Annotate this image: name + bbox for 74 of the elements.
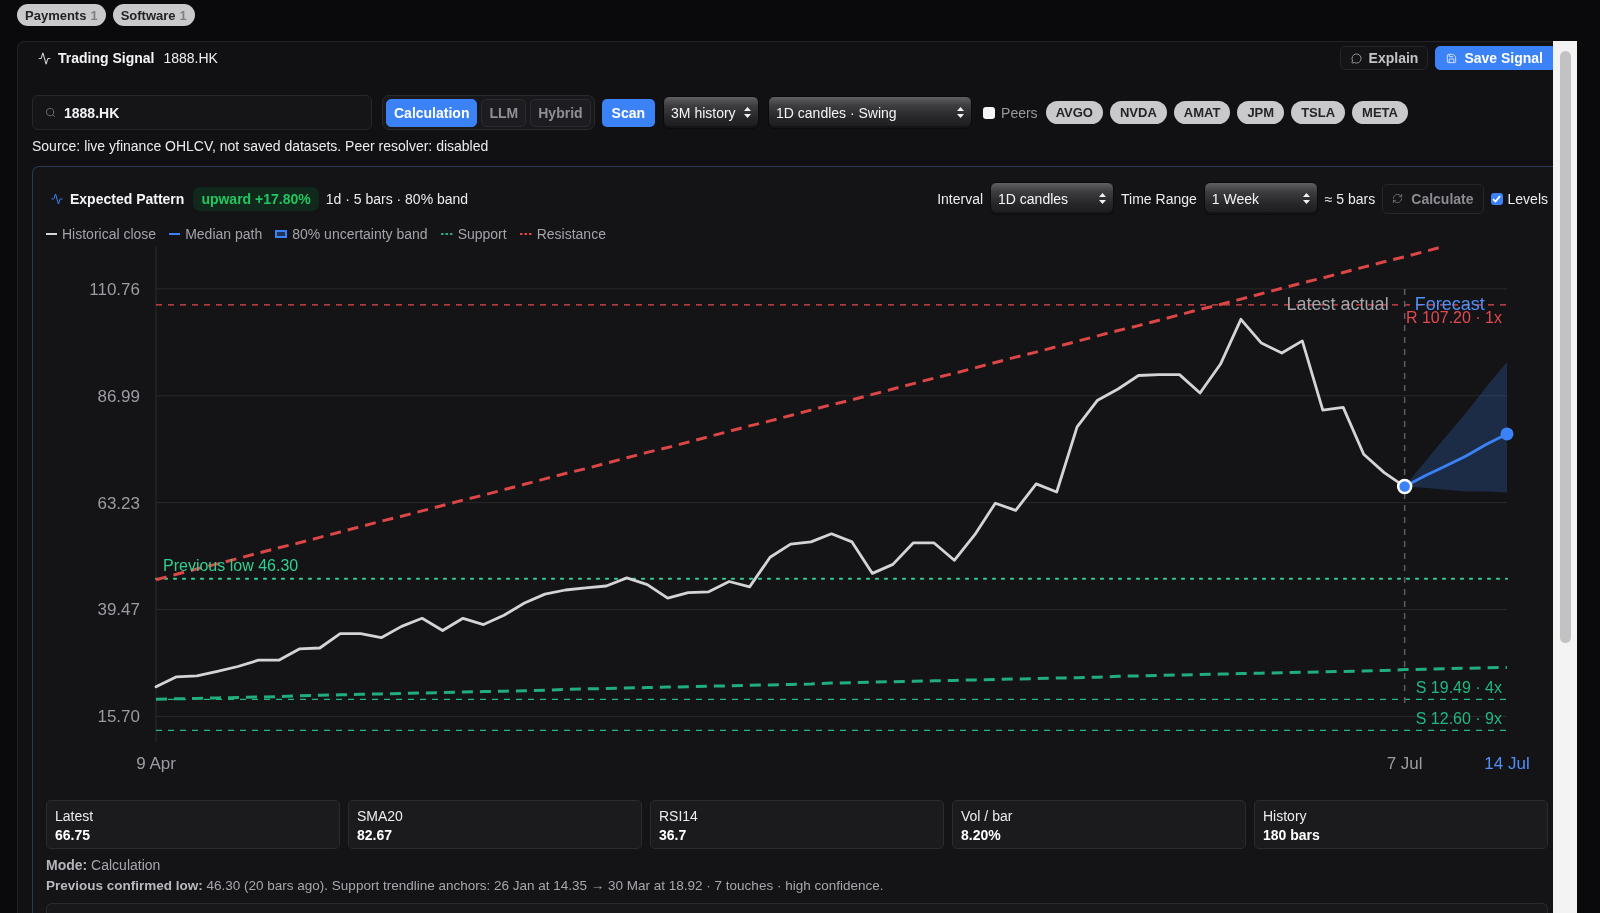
- peers-label: Peers: [1001, 104, 1038, 121]
- low-note-text: Previous confirmed low: 46.30 (20 bars ago). Support trendline anchors: 26 Jan at 14.35 → 30 Mar at 18.92 · 7 touches · high confidence.: [46, 877, 885, 895]
- pattern-title: Expected Pattern: [70, 190, 185, 207]
- interval-select[interactable]: 1D candles: [990, 182, 1115, 215]
- scan-button[interactable]: Scan: [601, 98, 656, 127]
- mode-tab[interactable]: Calculation: [386, 98, 478, 127]
- interval-label: Interval: [937, 190, 984, 207]
- y-tick-label: 15.70: [97, 707, 140, 727]
- stat-value: 36.7: [659, 827, 688, 843]
- stat-label: Vol / bar: [961, 808, 1014, 824]
- legend-label: 80% uncertainty band: [292, 226, 428, 242]
- peers-checkbox[interactable]: [983, 106, 996, 119]
- stat-label: History: [1263, 808, 1308, 824]
- x-tick-label: 7 Jul: [1386, 754, 1423, 773]
- source-note: Source: live yfinance OHLCV, not saved datasets. Peer resolver: disabled: [32, 137, 490, 155]
- candles-select[interactable]: 1D candles · Swing: [768, 96, 973, 129]
- levels-checkbox[interactable]: [1490, 192, 1503, 205]
- stat-label: RSI14: [659, 808, 699, 824]
- search-icon: [45, 107, 56, 118]
- legend-label: Support: [457, 226, 507, 242]
- stat-value: 8.20%: [961, 827, 1002, 843]
- filter-chip[interactable]: Payments 1: [17, 4, 106, 26]
- filter-chip[interactable]: Software 1: [112, 4, 195, 26]
- explain-button[interactable]: Explain: [1339, 46, 1429, 70]
- stat-label: SMA20: [357, 808, 404, 824]
- levels-label: Levels: [1507, 190, 1548, 207]
- time-range-label: Time Range: [1121, 190, 1197, 207]
- search-field[interactable]: 1888.HK: [32, 95, 372, 130]
- calculate-button[interactable]: Calculate: [1382, 183, 1484, 214]
- mode-tab[interactable]: LLM: [481, 98, 527, 127]
- panel-title: Trading Signal: [58, 50, 155, 66]
- stat-value: 66.75: [55, 827, 92, 843]
- circular-arrows-icon: [1392, 193, 1404, 204]
- mode-text: Mode: Calculation: [46, 856, 162, 874]
- updown-arrows-icon: [1302, 193, 1310, 204]
- history-select[interactable]: 3M history: [663, 96, 760, 129]
- peer-chip[interactable]: AMAT: [1173, 101, 1231, 124]
- trend-badge: upward +17.80%: [193, 186, 319, 211]
- peer-chip[interactable]: NVDA: [1109, 101, 1167, 124]
- pattern-summary: 1d · 5 bars · 80% band: [325, 190, 469, 207]
- updown-arrows-icon: [957, 107, 965, 118]
- scrollbar-track[interactable]: [1553, 41, 1577, 913]
- legend-label: Resistance: [536, 226, 606, 242]
- mode-tab[interactable]: Hybrid: [530, 98, 591, 127]
- peer-chip[interactable]: TSLA: [1291, 101, 1346, 124]
- bars-estimate: ≈ 5 bars: [1324, 190, 1376, 207]
- stat-value: 180 bars: [1263, 827, 1321, 843]
- save-button[interactable]: Save Signal: [1435, 46, 1553, 70]
- peer-chip[interactable]: META: [1352, 101, 1408, 124]
- level-label: S 19.49 · 4x: [1415, 679, 1502, 697]
- pulse-icon: [38, 51, 51, 65]
- y-tick-label: 39.47: [97, 600, 140, 620]
- updown-arrows-icon: [744, 107, 752, 118]
- legend-label: Median path: [185, 226, 263, 242]
- level-label: S 12.60 · 9x: [1415, 710, 1502, 728]
- y-tick-label: 86.99: [97, 386, 140, 406]
- updown-arrows-icon: [1099, 193, 1107, 204]
- legend-label: Historical close: [62, 226, 157, 242]
- peer-chip[interactable]: JPM: [1237, 101, 1285, 124]
- x-tick-label: 14 Jul: [1484, 754, 1530, 773]
- time-range-select[interactable]: 1 Week: [1203, 182, 1318, 215]
- chat-bubble-icon: [1350, 52, 1362, 64]
- stat-label: Latest: [55, 808, 95, 824]
- y-tick-label: 63.23: [97, 493, 140, 513]
- end-point-marker: [1500, 427, 1514, 441]
- pulse-icon: [51, 192, 63, 205]
- peer-chip[interactable]: AVGO: [1045, 101, 1103, 124]
- annotation-label: Latest actual: [1286, 294, 1389, 314]
- scrollbar-thumb[interactable]: [1560, 51, 1571, 643]
- ticker-label: 1888.HK: [163, 50, 218, 66]
- x-tick-label: 9 Apr: [136, 754, 176, 773]
- latest-point-marker: [1396, 478, 1413, 495]
- y-tick-label: 110.76: [89, 279, 140, 299]
- stat-value: 82.67: [357, 827, 394, 843]
